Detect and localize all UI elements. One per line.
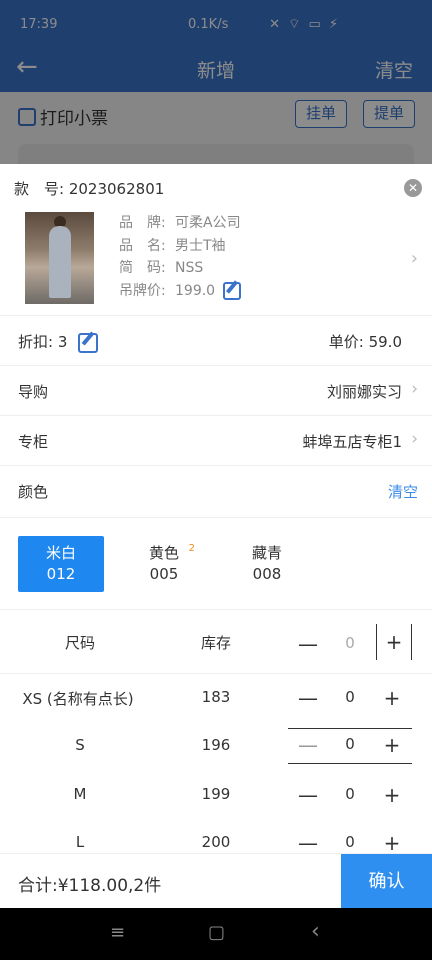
color-label: 颜色 [18,483,49,501]
plus-icon[interactable]: + [380,733,404,757]
close-icon[interactable]: ✕ [404,179,422,197]
edit-icon[interactable] [78,332,99,353]
quantity-value[interactable]: 0 [332,688,368,706]
discount: 折扣: 3 [18,331,99,353]
size-row: S 196 — 0 + [0,722,432,770]
discount-row: 折扣: 3 单价: 59.0 [0,316,432,366]
chevron-right-icon: › [411,379,418,399]
color-name: 藏青 [251,544,282,562]
size-row: XS (名称有点长) 183 — 0 + [0,674,432,722]
home-icon[interactable]: ▢ [208,922,225,943]
confirm-button[interactable]: 确认 [341,854,432,909]
minus-icon[interactable]: — [296,686,320,710]
guide-row[interactable]: 导购 刘丽娜实习 › [0,366,432,416]
bulk-quantity-value[interactable]: 0 [332,634,368,652]
stock-value: 200 [201,833,231,851]
product-code-value: 2023062801 [68,180,165,198]
color-clear-button[interactable]: 清空 [388,481,418,502]
name-label: 品 名: [119,237,166,254]
tag-price-value: 199.0 [175,282,216,299]
tag-price-label: 吊牌价: [119,282,166,299]
plus-icon[interactable]: + [376,624,412,660]
stock-value: 196 [201,736,231,754]
quantity-value[interactable]: 0 [332,735,368,753]
color-code: 005 [149,565,179,583]
product-code: 款 号: 2023062801 [14,178,164,199]
color-count-badge: 2 [188,543,195,554]
product-sheet: 款 号: 2023062801 ✕ 品 牌: 可柔A公司 品 名: 男士T袖 简 码… [0,164,432,908]
color-header-row: 颜色 清空 [0,466,432,518]
order-total: 合计:¥118.00,2件 [18,876,162,896]
stock-value: 199 [201,785,231,803]
color-name: 米白 [45,544,76,562]
bulk-quantity-stepper: — 0 + [288,624,412,668]
counter-label: 专柜 [18,433,49,451]
chevron-right-icon[interactable]: › [411,248,418,269]
unit-price-label: 单价: [328,333,364,351]
unit-price: 单价: 59.0 [329,331,402,352]
size-name: S [75,736,85,754]
color-options: 米白 012 2 黄色 005 藏青 008 [0,518,432,610]
guide-value: 刘丽娜实习 [326,383,402,401]
chevron-right-icon: › [411,429,418,449]
discount-label: 折扣: [18,333,54,351]
modal-overlay[interactable] [0,0,432,164]
size-name: M [73,785,87,803]
plus-icon[interactable]: + [380,783,404,807]
quantity-value[interactable]: 0 [332,785,368,803]
size-row: M 199 — 0 + [0,771,432,819]
plus-icon[interactable]: + [380,686,404,710]
color-chip-005[interactable]: 2 黄色 005 [121,536,207,592]
quantity-stepper: — 0 + [288,686,412,722]
size-name: XS (名称有点长) [22,690,134,708]
minus-icon[interactable]: — [296,733,320,757]
edit-icon[interactable] [223,281,242,300]
product-photo [25,212,94,304]
size-header: 尺码 [64,634,95,652]
minus-icon[interactable]: — [296,783,320,807]
short-code-label: 简 码: [119,260,166,277]
order-summary-bar: 合计:¥118.00,2件 确认 [0,853,432,909]
product-info: 品 牌: 可柔A公司 品 名: 男士T袖 简 码: NSS 吊牌价: 199.0 [119,212,242,302]
product-card[interactable]: 款 号: 2023062801 ✕ 品 牌: 可柔A公司 品 名: 男士T袖 简 码… [0,164,432,316]
discount-value: 3 [57,333,68,351]
stock-value: 183 [201,688,231,706]
back-icon[interactable]: ‹ [311,919,320,944]
minus-icon[interactable]: — [296,831,320,855]
brand-label: 品 牌: [119,215,166,231]
quantity-value[interactable]: 0 [332,833,368,851]
counter-value: 蚌埠五店专柜1 [302,433,402,451]
brand-value: 可柔A公司 [175,215,241,231]
color-code: 012 [46,565,76,583]
quantity-stepper: — 0 + [288,783,412,819]
unit-price-value: 59.0 [368,333,402,351]
product-code-label: 款 号: [14,180,65,198]
photo-figure [49,226,71,298]
quantity-stepper: — 0 + [288,728,412,764]
minus-icon[interactable]: — [296,632,320,656]
color-code: 008 [252,565,282,583]
system-nav-bar: ≡ ▢ ‹ [0,908,432,960]
stock-header: 库存 [200,634,231,652]
size-name: L [75,833,85,851]
plus-icon[interactable]: + [380,831,404,855]
color-chip-012[interactable]: 米白 012 [18,536,104,592]
guide-label: 导购 [18,383,49,401]
short-code-value: NSS [175,260,204,277]
menu-icon[interactable]: ≡ [110,922,125,943]
size-table-header: 尺码 库存 — 0 + [0,610,432,674]
color-chip-008[interactable]: 藏青 008 [224,536,310,592]
counter-row[interactable]: 专柜 蚌埠五店专柜1 › [0,416,432,466]
name-value: 男士T袖 [175,237,226,254]
